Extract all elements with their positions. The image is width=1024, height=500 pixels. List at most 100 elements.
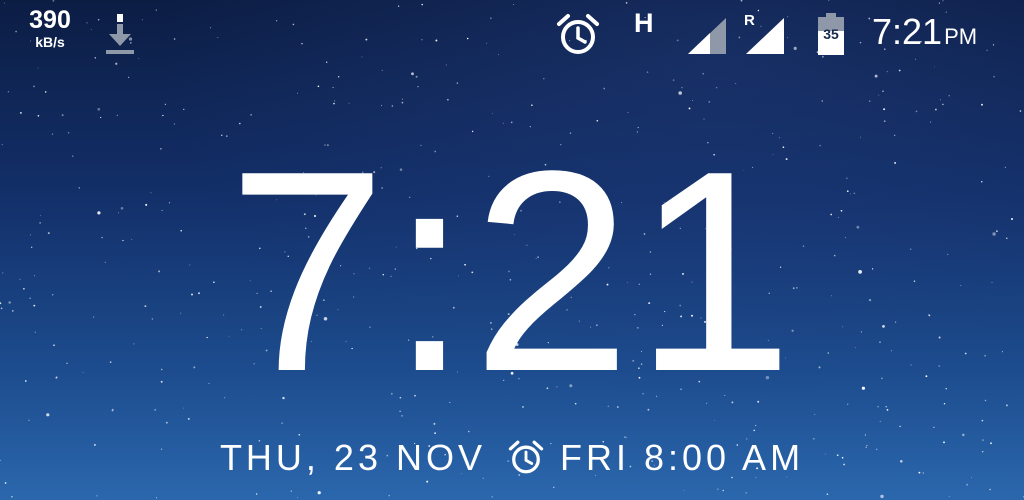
star (992, 44, 995, 46)
star (411, 72, 414, 76)
star (426, 480, 429, 483)
star (793, 46, 797, 50)
star (100, 116, 102, 119)
star (434, 432, 436, 434)
star (421, 3, 423, 6)
star (874, 74, 878, 78)
star (61, 114, 64, 117)
star (401, 101, 404, 104)
status-bar-clock: 7:21PM (872, 14, 977, 50)
star (141, 19, 143, 21)
star (691, 100, 693, 101)
star (164, 103, 166, 105)
network-speed-unit: kB/s (35, 34, 65, 50)
star (326, 61, 328, 63)
star (333, 102, 335, 105)
star (256, 493, 258, 495)
star (52, 0, 55, 2)
star (97, 18, 100, 21)
star (625, 2, 628, 4)
signal-roaming-icon (746, 18, 784, 54)
star (826, 493, 829, 495)
star (683, 489, 685, 491)
star (883, 108, 886, 111)
star (3, 2, 5, 4)
star (365, 38, 368, 41)
star (945, 11, 947, 13)
star (127, 76, 130, 79)
network-speed-indicator: 390 kB/s (22, 6, 78, 50)
star (702, 72, 704, 75)
star (722, 489, 725, 492)
star (115, 62, 118, 65)
star (915, 110, 918, 113)
star (415, 75, 418, 78)
star (187, 417, 190, 420)
star (678, 91, 683, 95)
star (915, 58, 917, 60)
star (155, 497, 158, 499)
star (317, 491, 321, 495)
network-speed-value: 390 (29, 6, 71, 34)
star (116, 114, 118, 116)
star (90, 28, 92, 30)
signal-icon (688, 18, 726, 54)
star (275, 20, 278, 22)
alarm-icon (557, 14, 599, 54)
star (183, 108, 185, 111)
star (828, 0, 830, 1)
star (882, 90, 884, 93)
star (543, 77, 545, 80)
star (445, 64, 447, 66)
star (814, 413, 816, 415)
star (989, 488, 991, 491)
download-icon (106, 14, 134, 54)
star (939, 99, 941, 101)
star (948, 94, 950, 97)
lockscreen-date-row: THU, 23 NOV FRI 8:00 AM (0, 436, 1024, 480)
star (681, 87, 683, 89)
star (948, 496, 950, 497)
star (708, 101, 711, 103)
star (603, 87, 606, 90)
star (757, 9, 760, 12)
star (490, 17, 492, 19)
star (513, 4, 515, 5)
star (447, 99, 449, 101)
star (361, 56, 363, 58)
star (435, 39, 438, 42)
star (821, 100, 823, 102)
star (173, 123, 175, 125)
star (292, 23, 295, 26)
star (930, 121, 932, 123)
star (138, 58, 140, 59)
star (166, 421, 168, 424)
star (868, 17, 871, 20)
star (301, 42, 303, 45)
next-alarm-icon (508, 440, 544, 474)
star (94, 57, 97, 59)
status-bar-time: 7:21 (872, 11, 943, 52)
star (7, 91, 10, 93)
star (162, 114, 164, 117)
star (886, 71, 888, 73)
star (28, 419, 30, 421)
star (715, 86, 718, 89)
star (401, 98, 403, 100)
star (1019, 110, 1022, 112)
lockscreen-clock: 7:21 (227, 111, 797, 431)
star (348, 102, 350, 104)
star (859, 41, 862, 44)
star (11, 495, 13, 498)
star (417, 86, 419, 88)
star (96, 495, 98, 497)
star (883, 120, 886, 123)
star (421, 39, 423, 41)
next-alarm-time: FRI 8:00 AM (559, 437, 805, 478)
star (466, 37, 469, 40)
star (966, 483, 969, 486)
star (981, 103, 983, 106)
star (297, 496, 299, 498)
star (531, 104, 533, 106)
star (486, 42, 488, 44)
